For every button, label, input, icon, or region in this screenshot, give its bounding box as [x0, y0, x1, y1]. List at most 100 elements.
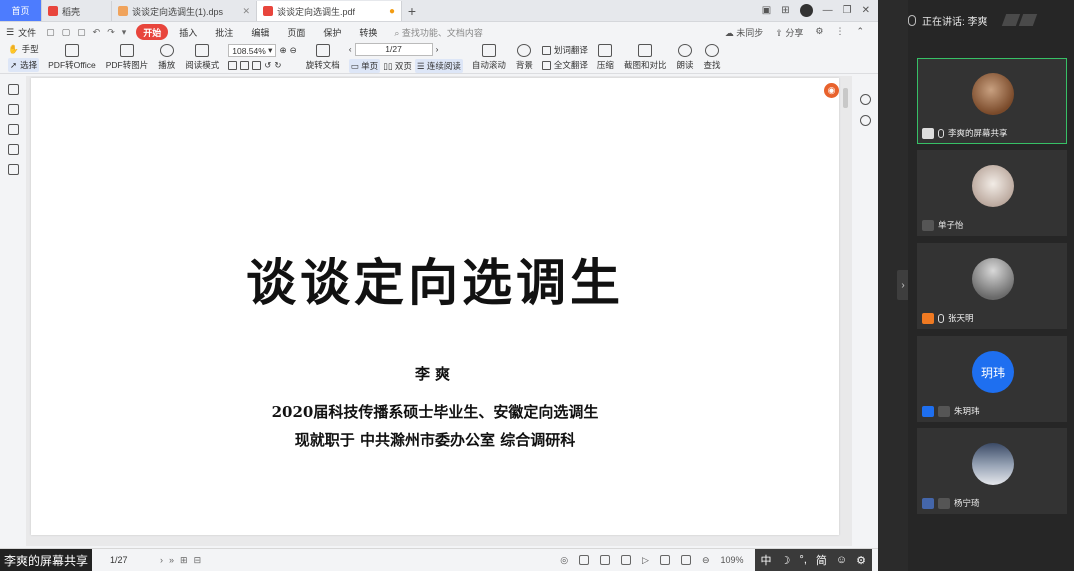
properties-icon[interactable]: [859, 94, 871, 105]
settings-icon[interactable]: ⚙: [815, 26, 823, 39]
hamburger-icon[interactable]: ☰: [6, 27, 14, 38]
tab-dps-file[interactable]: 谈谈定向选调生(1).dps ✕: [112, 1, 257, 21]
add-page-icon[interactable]: ⊞: [180, 555, 188, 566]
redo-icon[interactable]: ↷: [107, 27, 115, 38]
bookmark-icon[interactable]: [7, 84, 19, 95]
single-view-icon[interactable]: [579, 555, 590, 565]
thumbnail-icon[interactable]: [7, 104, 19, 115]
play-button[interactable]: 播放: [153, 43, 180, 73]
punct-icon[interactable]: °,: [799, 554, 806, 566]
close-icon[interactable]: ✕: [242, 6, 250, 17]
translate-word-button[interactable]: 划词翻译: [541, 44, 588, 56]
zoom-group: 108.54% ▾ ⊕ ⊖ ↺ ↻: [224, 43, 300, 73]
tab-home[interactable]: 首页: [0, 0, 42, 21]
new-tab-button[interactable]: +: [402, 1, 422, 21]
undo-icon[interactable]: ↶: [93, 27, 101, 38]
delete-page-icon[interactable]: ⊟: [194, 555, 202, 566]
compress-button[interactable]: 压缩: [592, 43, 619, 73]
screenshot-button[interactable]: 截图和对比: [619, 43, 672, 73]
read-mode-button[interactable]: 阅读模式: [180, 43, 224, 73]
menu-insert[interactable]: 插入: [172, 24, 204, 40]
rotate-right-icon[interactable]: ↻: [274, 60, 281, 71]
double-view-icon[interactable]: [600, 555, 611, 565]
open-icon[interactable]: ▢: [62, 27, 71, 38]
more-options-icon[interactable]: ⋮: [835, 26, 844, 39]
tab-pdf-file[interactable]: 谈谈定向选调生.pdf ●: [257, 1, 402, 21]
page-input[interactable]: 1/27: [354, 42, 433, 56]
ime-settings-icon[interactable]: ⚙: [856, 554, 866, 567]
minimize-icon[interactable]: —: [823, 5, 833, 16]
button-label: PDF转Office: [48, 60, 96, 70]
user-avatar[interactable]: [799, 3, 813, 17]
eye-protect-icon[interactable]: ◎: [560, 555, 568, 566]
vertical-scrollbar[interactable]: [843, 88, 848, 108]
print-icon[interactable]: ▢: [77, 27, 86, 38]
attachment-icon[interactable]: [7, 144, 19, 155]
signature-icon[interactable]: [7, 164, 19, 175]
emoji-icon[interactable]: ☺: [836, 554, 847, 566]
rotate-document-button[interactable]: 旋转文档: [301, 43, 345, 73]
read-aloud-button[interactable]: 朗读: [671, 43, 698, 73]
select-tool[interactable]: ➚ 选择: [8, 58, 40, 72]
fit-width-icon[interactable]: [240, 61, 250, 70]
pdf-to-office-button[interactable]: PDF转Office: [43, 43, 101, 73]
continuous-view-icon[interactable]: [621, 555, 632, 565]
sync-status[interactable]: ☁ 未同步: [725, 26, 764, 39]
next-page-icon[interactable]: ›: [436, 44, 439, 54]
layout-icon[interactable]: ▣: [762, 5, 771, 16]
participant-tile[interactable]: 玥玮 朱玥玮: [917, 336, 1067, 422]
actual-size-icon[interactable]: [252, 61, 262, 70]
mic-muted-icon: [922, 219, 934, 231]
menu-start[interactable]: 开始: [136, 24, 169, 40]
zoom-out-icon[interactable]: ⊖: [702, 555, 710, 566]
rotate-left-icon[interactable]: ↺: [264, 60, 271, 71]
close-window-icon[interactable]: ✕: [862, 5, 870, 16]
hand-tool[interactable]: ✋ 手型: [8, 43, 39, 55]
menu-file[interactable]: 文件: [18, 26, 36, 39]
zoom-in-icon[interactable]: ⊕: [279, 45, 286, 56]
grid-icon[interactable]: ⊞: [781, 5, 789, 16]
auto-scroll-button[interactable]: 自动滚动: [467, 43, 511, 73]
menu-convert[interactable]: 转换: [352, 24, 384, 40]
ime-mode[interactable]: 中: [761, 552, 772, 568]
pdf-to-image-button[interactable]: PDF转图片: [101, 43, 154, 73]
background-button[interactable]: 背景: [511, 43, 538, 73]
zoom-out-icon[interactable]: ⊖: [290, 45, 297, 56]
menu-edit[interactable]: 编辑: [244, 24, 276, 40]
save-icon[interactable]: ▢: [46, 27, 55, 38]
assistant-badge-icon[interactable]: ◉: [824, 83, 839, 98]
participant-tile[interactable]: 单子怡: [917, 150, 1067, 236]
participant-tile[interactable]: 张天明: [917, 243, 1067, 329]
actual-icon[interactable]: [680, 555, 691, 565]
last-page-icon[interactable]: »: [169, 555, 174, 566]
find-button[interactable]: 查找: [698, 43, 725, 73]
prev-page-icon[interactable]: ‹: [349, 44, 352, 54]
help-icon[interactable]: [859, 115, 871, 126]
status-zoom[interactable]: 109%: [721, 555, 744, 565]
comment-icon[interactable]: [7, 124, 19, 135]
double-page-button[interactable]: ▯▯ 双页: [383, 60, 412, 72]
menu-protect[interactable]: 保护: [316, 24, 348, 40]
page-nav-group: ‹ 1/27 › ▭ 单页 ▯▯ 双页 ☰ 连续阅读: [345, 42, 467, 73]
convert-icon: [64, 44, 79, 57]
zoom-select[interactable]: 108.54% ▾: [228, 44, 277, 57]
next-page-icon[interactable]: ›: [160, 555, 163, 566]
restore-icon[interactable]: ❐: [843, 5, 852, 16]
participant-tile[interactable]: 杨宁琦: [917, 428, 1067, 514]
single-page-button[interactable]: ▭ 单页: [348, 58, 381, 73]
translate-full-button[interactable]: 全文翻译: [541, 59, 588, 71]
fit-page-icon[interactable]: [228, 61, 238, 70]
tab-docer[interactable]: 稻壳: [42, 1, 112, 21]
menu-comment[interactable]: 批注: [208, 24, 240, 40]
collapse-ribbon-icon[interactable]: ⌃: [856, 26, 864, 39]
function-search[interactable]: ⌕ 查找功能、文档内容: [394, 26, 483, 39]
play-icon[interactable]: ▷: [642, 555, 649, 566]
continuous-read-button[interactable]: ☰ 连续阅读: [414, 58, 463, 73]
more-icon[interactable]: ▾: [122, 27, 127, 38]
share-button[interactable]: ⇪ 分享: [775, 26, 803, 39]
fit-icon[interactable]: [659, 555, 670, 565]
participant-tile[interactable]: 李爽的屏幕共享: [917, 58, 1067, 144]
menu-page[interactable]: 页面: [280, 24, 312, 40]
ime-simplified[interactable]: 简: [816, 552, 827, 568]
moon-icon[interactable]: ☽: [781, 554, 791, 567]
